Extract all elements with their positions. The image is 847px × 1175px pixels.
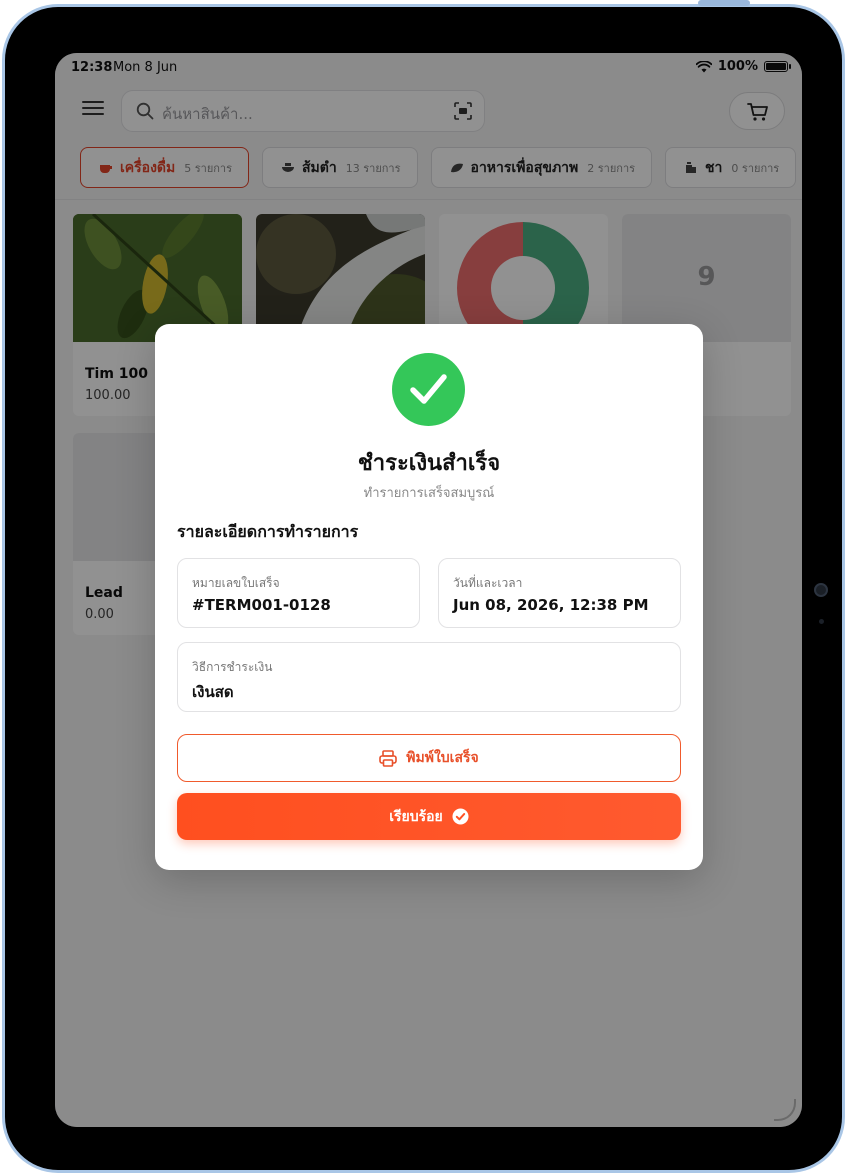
check-circle-icon <box>452 808 469 825</box>
receipt-number-box: หมายเลขใบเสร็จ #TERM001-0128 <box>177 558 420 628</box>
success-icon <box>392 353 465 426</box>
printer-icon <box>379 749 398 767</box>
ipad-frame: 12:38 Mon 8 Jun 100% ค้นหาสินค้า... เครื… <box>2 0 845 1173</box>
receipt-number-label: หมายเลขใบเสร็จ <box>192 576 280 590</box>
section-title: รายละเอียดการทำรายการ <box>177 522 359 541</box>
dialog-title: ชำระเงินสำเร็จ <box>357 451 501 476</box>
datetime-box: วันที่และเวลา Jun 08, 2026, 12:38 PM <box>438 558 681 628</box>
datetime-value: Jun 08, 2026, 12:38 PM <box>453 596 649 614</box>
sensor <box>819 619 824 624</box>
done-label: เรียบร้อย <box>389 808 443 825</box>
dialog-subtitle: ทำรายการเสร็จสมบูรณ์ <box>363 486 495 501</box>
payment-method-label: วิธีการชำระเงิน <box>192 660 273 674</box>
payment-method-value: เงินสด <box>192 683 234 701</box>
app-screen: 12:38 Mon 8 Jun 100% ค้นหาสินค้า... เครื… <box>55 53 802 1127</box>
payment-method-box: วิธีการชำระเงิน เงินสด <box>177 642 681 712</box>
payment-success-dialog: ชำระเงินสำเร็จ ทำรายการเสร็จสมบูรณ์ รายล… <box>155 324 703 870</box>
ipad-bezel: 12:38 Mon 8 Jun 100% ค้นหาสินค้า... เครื… <box>5 7 842 1170</box>
front-camera <box>814 583 828 597</box>
done-button[interactable]: เรียบร้อย <box>177 793 681 840</box>
print-receipt-label: พิมพ์ใบเสร็จ <box>406 750 479 766</box>
datetime-label: วันที่และเวลา <box>453 576 523 590</box>
print-receipt-button[interactable]: พิมพ์ใบเสร็จ <box>177 734 681 782</box>
top-button <box>698 0 750 6</box>
receipt-number-value: #TERM001-0128 <box>192 596 331 614</box>
